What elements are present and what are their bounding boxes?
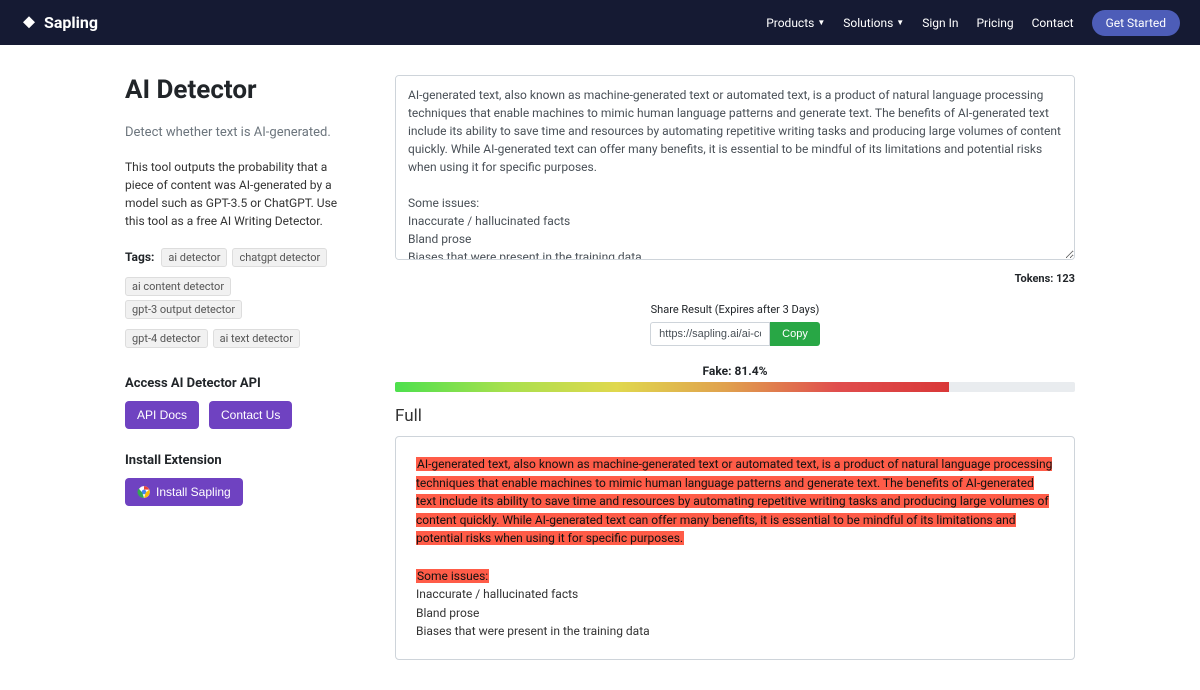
install-section-title: Install Extension	[125, 453, 355, 468]
nav-contact[interactable]: Contact	[1032, 16, 1074, 30]
token-count: Tokens: 123	[395, 272, 1075, 285]
nav-signin[interactable]: Sign In	[922, 16, 958, 30]
main-container: AI Detector Detect whether text is AI-ge…	[105, 45, 1095, 690]
contact-us-button[interactable]: Contact Us	[209, 401, 292, 429]
tag[interactable]: gpt-4 detector	[125, 329, 208, 348]
nav-solutions-label: Solutions	[843, 16, 893, 30]
share-url-input[interactable]	[650, 322, 770, 346]
tags-row-3: gpt-4 detector ai text detector	[125, 329, 355, 352]
full-title: Full	[395, 406, 1075, 426]
right-column: Tokens: 123 Share Result (Expires after …	[395, 75, 1075, 660]
tag[interactable]: chatgpt detector	[232, 248, 327, 267]
brand[interactable]: Sapling	[20, 13, 98, 32]
highlighted-text-1: AI-generated text, also known as machine…	[416, 457, 1052, 545]
navbar: Sapling Products▼ Solutions▼ Sign In Pri…	[0, 0, 1200, 45]
install-label: Install Sapling	[156, 485, 231, 499]
nav-solutions[interactable]: Solutions▼	[843, 16, 904, 30]
fake-bar-fill	[395, 382, 949, 392]
page-title: AI Detector	[125, 75, 355, 105]
chevron-down-icon: ▼	[817, 18, 825, 27]
subtitle: Detect whether text is AI-generated.	[125, 125, 355, 140]
description: This tool outputs the probability that a…	[125, 158, 355, 230]
chevron-down-icon: ▼	[896, 18, 904, 27]
result-line-2: Bland prose	[416, 606, 479, 620]
left-column: AI Detector Detect whether text is AI-ge…	[125, 75, 355, 660]
nav-products[interactable]: Products▼	[766, 16, 825, 30]
tags-label: Tags:	[125, 250, 154, 264]
nav-pricing[interactable]: Pricing	[976, 16, 1013, 30]
nav-products-label: Products	[766, 16, 814, 30]
result-line-1: Inaccurate / hallucinated facts	[416, 587, 578, 601]
share-row: Copy	[395, 322, 1075, 346]
tag[interactable]: ai text detector	[213, 329, 300, 348]
get-started-button[interactable]: Get Started	[1092, 10, 1180, 36]
chrome-icon	[137, 485, 151, 499]
nav-right: Products▼ Solutions▼ Sign In Pricing Con…	[766, 10, 1180, 36]
fake-bar	[395, 382, 1075, 392]
tags-row-2: ai content detector gpt-3 output detecto…	[125, 277, 355, 323]
sapling-logo-icon	[20, 14, 38, 32]
tag[interactable]: ai content detector	[125, 277, 231, 296]
tag[interactable]: gpt-3 output detector	[125, 300, 242, 319]
api-docs-button[interactable]: API Docs	[125, 401, 199, 429]
result-line-3: Biases that were present in the training…	[416, 624, 650, 638]
tags-row: Tags: ai detector chatgpt detector	[125, 248, 355, 271]
api-section-title: Access AI Detector API	[125, 376, 355, 391]
highlighted-text-2: Some issues:	[416, 569, 489, 583]
result-box: AI-generated text, also known as machine…	[395, 436, 1075, 660]
install-sapling-button[interactable]: Install Sapling	[125, 478, 243, 506]
text-input[interactable]	[395, 75, 1075, 260]
brand-text: Sapling	[44, 13, 98, 32]
copy-button[interactable]: Copy	[770, 322, 820, 346]
tag[interactable]: ai detector	[161, 248, 227, 267]
share-label: Share Result (Expires after 3 Days)	[395, 303, 1075, 316]
fake-label: Fake: 81.4%	[395, 364, 1075, 378]
